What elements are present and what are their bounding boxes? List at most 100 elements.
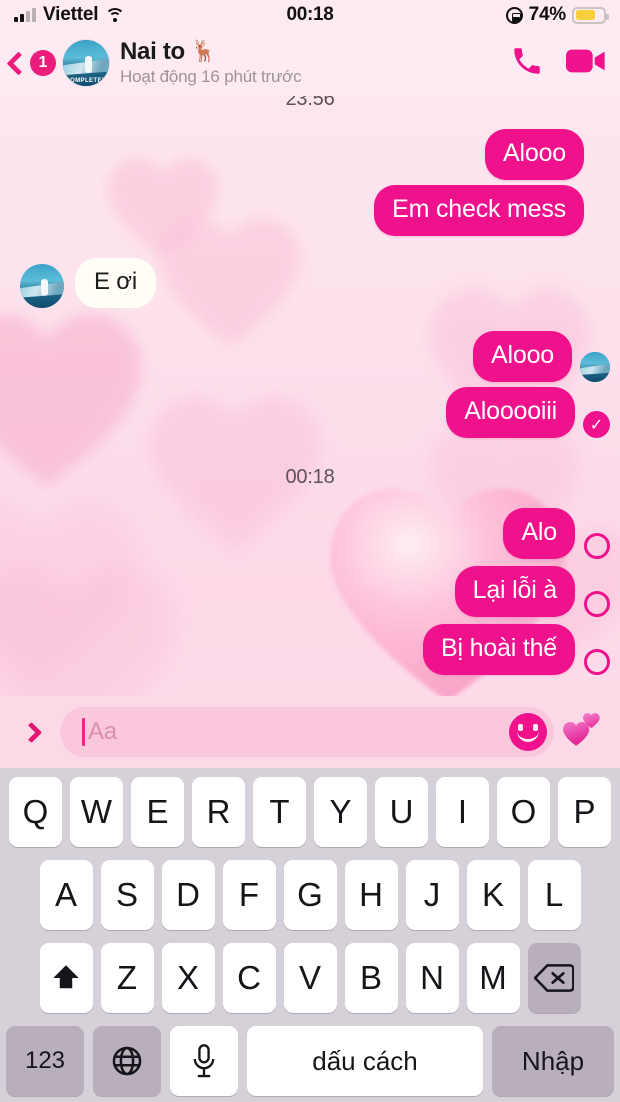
clock-label: 00:18 [286,4,334,25]
message-bubble[interactable]: Em check mess [374,185,584,236]
wallpaper-heart [0,314,142,486]
page-title: Nai to [120,38,185,65]
shift-arrow-icon[interactable] [39,943,93,1013]
numbers-key[interactable]: 123 [6,1026,84,1096]
key-u[interactable]: U [375,777,428,847]
key-b[interactable]: B [344,943,398,1013]
message-row-outgoing[interactable]: Alooo [485,129,584,180]
two-hearts-sticker-icon[interactable] [560,713,606,751]
key-d[interactable]: D [161,860,215,930]
pending-status-icon [584,533,610,559]
key-z[interactable]: Z [100,943,154,1013]
back-button[interactable]: 1 [6,50,56,76]
rotation-lock-icon [505,6,523,24]
keyboard-row-4: 123 dấu cách Nhập [0,1026,620,1096]
key-r[interactable]: R [192,777,245,847]
key-w[interactable]: W [70,777,123,847]
deer-emoji-icon: 🦌 [190,40,217,63]
contact-name-row: Nai to 🦌 [120,39,510,65]
status-bar-center: 00:18 [286,4,333,26]
status-bar-right: 74% [334,4,609,26]
chat-header: 1 COMPLETED Nai to 🦌 Hoạt động 16 phút t… [0,30,620,96]
status-bar: Viettel 00:18 74% [0,0,620,30]
key-k[interactable]: K [466,860,520,930]
key-v[interactable]: V [283,943,337,1013]
message-bubble[interactable]: Alooo [485,129,584,180]
message-bubble[interactable]: Alo [503,508,575,559]
wallpaper-heart [108,158,218,258]
key-m[interactable]: M [466,943,520,1013]
signal-bars-icon [14,8,36,22]
on-screen-keyboard[interactable]: Q W E R T Y U I O P A S D F G H J K L Z [0,768,620,1102]
pending-status-icon [584,649,610,675]
message-input[interactable]: Aa [60,707,554,757]
message-input-bar: Aa [0,696,620,768]
message-bubble[interactable]: E ơi [75,258,156,308]
wallpaper-heart [0,500,140,682]
chevron-right-icon[interactable] [20,721,43,743]
message-list[interactable]: 23:56 Alooo Em check mess E ơi Alooo Alo… [0,96,620,696]
text-caret [82,718,85,746]
message-row-outgoing[interactable]: Bị hoài thế [423,624,610,675]
microphone-icon[interactable] [170,1026,238,1096]
phone-screen: Viettel 00:18 74% 1 COMPLETED Nai to 🦌 H… [0,0,620,1102]
space-key[interactable]: dấu cách [247,1026,483,1096]
key-t[interactable]: T [253,777,306,847]
key-n[interactable]: N [405,943,459,1013]
globe-language-icon[interactable] [93,1026,161,1096]
timestamp-top: 23:56 [285,96,335,110]
key-l[interactable]: L [527,860,581,930]
carrier-label: Viettel [43,4,99,25]
avatar-image-person [40,278,48,296]
backspace-delete-icon[interactable] [527,943,581,1013]
battery-icon [572,6,609,24]
key-g[interactable]: G [283,860,337,930]
message-input-placeholder: Aa [88,718,117,745]
key-y[interactable]: Y [314,777,367,847]
video-call-icon[interactable] [566,46,606,81]
key-c[interactable]: C [222,943,276,1013]
message-row-outgoing[interactable]: Alooooiii ✓ [446,387,610,438]
wallpaper-heart [0,566,174,696]
contact-avatar[interactable]: COMPLETED [63,40,109,86]
message-row-outgoing[interactable]: Alo [503,508,610,559]
key-o[interactable]: O [497,777,550,847]
phone-call-icon[interactable] [510,44,544,83]
key-f[interactable]: F [222,860,276,930]
message-row-incoming[interactable]: E ơi [20,258,156,308]
enter-key[interactable]: Nhập [492,1026,614,1096]
keyboard-row-3: Z X C V B N M [0,943,620,1013]
last-active-status: Hoạt động 16 phút trước [120,67,302,86]
key-x[interactable]: X [161,943,215,1013]
status-bar-left: Viettel [14,4,286,26]
back-chevron-icon [6,50,31,76]
delivered-check-icon: ✓ [583,411,610,438]
timestamp-mid: 00:18 [285,466,335,488]
message-row-outgoing[interactable]: Lại lỗi à [454,566,610,617]
message-bubble[interactable]: Alooo [473,331,572,382]
read-receipt-avatar [580,352,610,382]
keyboard-row-2: A S D F G H J K L [0,860,620,930]
message-row-outgoing[interactable]: Em check mess [374,185,584,236]
wallpaper-heart [160,218,300,346]
message-row-outgoing[interactable]: Alooo [473,331,610,382]
message-bubble[interactable]: Lại lỗi à [454,566,575,617]
key-q[interactable]: Q [9,777,62,847]
smiley-face-icon[interactable] [509,713,547,751]
key-e[interactable]: E [131,777,184,847]
battery-percent-label: 74% [528,4,567,25]
header-actions [510,44,606,83]
key-h[interactable]: H [344,860,398,930]
header-text-block[interactable]: Nai to 🦌 Hoạt động 16 phút trước [120,39,510,87]
key-a[interactable]: A [39,860,93,930]
message-bubble[interactable]: Bị hoài thế [423,624,575,675]
message-bubble[interactable]: Alooooiii [446,387,575,438]
avatar-image-person [84,55,92,73]
wifi-icon [105,7,126,23]
key-s[interactable]: S [100,860,154,930]
key-j[interactable]: J [405,860,459,930]
keyboard-row-1: Q W E R T Y U I O P [0,777,620,847]
sender-avatar[interactable] [20,264,64,308]
key-p[interactable]: P [558,777,611,847]
key-i[interactable]: I [436,777,489,847]
